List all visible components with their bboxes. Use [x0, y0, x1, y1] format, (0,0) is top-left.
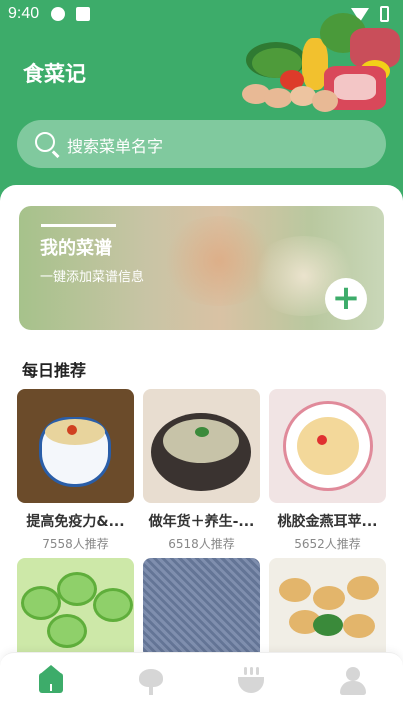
app-title: 食菜记 [23, 62, 86, 86]
search-icon [35, 132, 55, 152]
vegetables-illustration [240, 8, 403, 112]
recipe-name: 桃胶金燕耳苹... [277, 514, 378, 530]
banner-title: 我的菜谱 [40, 238, 112, 259]
plus-icon: + [331, 278, 361, 318]
nav-vegetables[interactable] [137, 667, 165, 695]
recipe-image [17, 389, 134, 503]
recipe-recommend-count: 7558人推荐 [42, 537, 109, 551]
banner-subtitle: 一键添加菜谱信息 [40, 270, 145, 285]
recipe-name: 提高免疫力&... [26, 514, 125, 530]
nav-dishes[interactable] [237, 667, 265, 695]
status-time: 9:40 [8, 5, 40, 22]
recipe-card[interactable]: 提高免疫力&... 7558人推荐 [17, 389, 134, 552]
header: 9:40 食菜记 搜索菜单名字 [0, 0, 403, 210]
bottom-nav [0, 652, 403, 718]
add-recipe-button[interactable]: + [325, 278, 367, 320]
recipe-image [143, 389, 260, 503]
nav-home[interactable] [37, 665, 65, 695]
search-bar[interactable]: 搜索菜单名字 [17, 120, 386, 168]
nav-profile[interactable] [339, 667, 367, 695]
recipe-recommend-count: 5652人推荐 [294, 537, 361, 551]
recipe-name: 做年货＋养生-... [148, 514, 255, 530]
recipe-recommend-count: 6518人推荐 [168, 537, 235, 551]
daily-recommend-title: 每日推荐 [22, 361, 87, 380]
banner-accent-line [41, 224, 116, 227]
recipe-image [269, 389, 386, 503]
notification-icon [76, 7, 90, 21]
my-recipes-banner[interactable]: 我的菜谱 一键添加菜谱信息 + [19, 206, 384, 330]
recipe-card[interactable]: 做年货＋养生-... 6518人推荐 [143, 389, 260, 552]
recipe-card[interactable]: 桃胶金燕耳苹... 5652人推荐 [269, 389, 386, 552]
alert-icon [51, 7, 65, 21]
search-placeholder: 搜索菜单名字 [67, 137, 164, 156]
